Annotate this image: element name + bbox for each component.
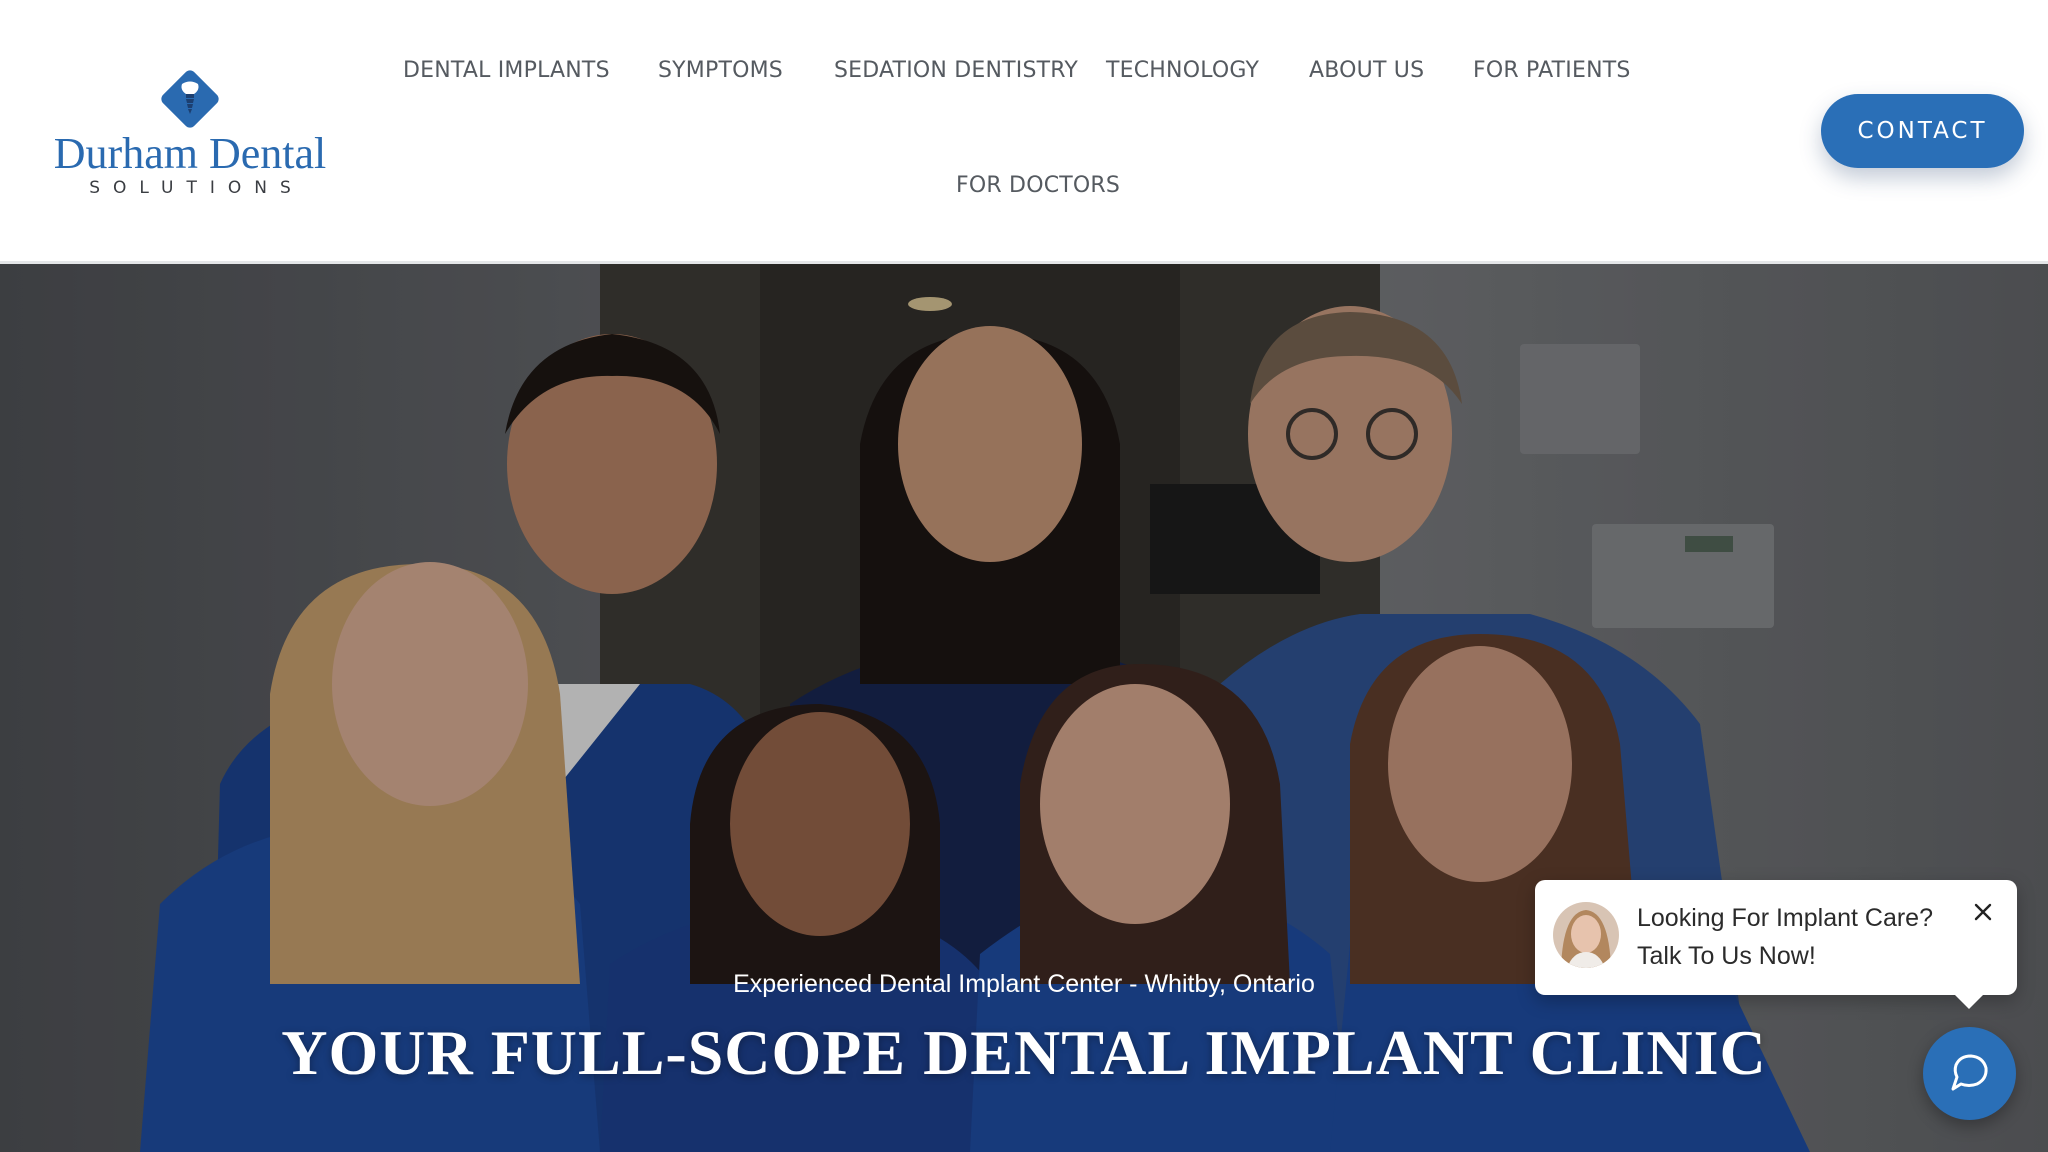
chat-prompt-line-2: Talk To Us Now!: [1637, 942, 1816, 970]
hero-title: YOUR FULL-SCOPE DENTAL IMPLANT CLINIC: [281, 1017, 1767, 1088]
hero-section: Experienced Dental Implant Center - Whit…: [0, 264, 2048, 1152]
nav-symptoms[interactable]: SYMPTOMS: [658, 58, 783, 83]
nav-for-doctors[interactable]: FOR DOCTORS: [956, 173, 1120, 198]
brand-tagline: SOLUTIONS: [89, 178, 304, 198]
nav-for-patients[interactable]: FOR PATIENTS: [1473, 58, 1631, 83]
chat-prompt-bubble[interactable]: Looking For Implant Care? Talk To Us Now…: [1535, 880, 2017, 1009]
brand-name: Durham Dental: [53, 129, 327, 178]
tooth-implant-logo-icon: [161, 70, 219, 128]
nav-technology[interactable]: TECHNOLOGY: [1106, 58, 1259, 83]
brand-logo[interactable]: Durham Dental SOLUTIONS: [52, 64, 328, 202]
site-header: Durham Dental SOLUTIONS DENTAL IMPLANTS …: [0, 0, 2048, 264]
chat-launcher-button[interactable]: [1923, 1027, 2016, 1120]
chat-icon: [1951, 1054, 1988, 1091]
nav-sedation-dentistry[interactable]: SEDATION DENTISTRY: [834, 58, 1078, 83]
chat-prompt-line-1: Looking For Implant Care?: [1637, 904, 1933, 932]
nav-dental-implants[interactable]: DENTAL IMPLANTS: [403, 58, 610, 83]
close-icon[interactable]: [1969, 898, 1997, 926]
contact-button[interactable]: CONTACT: [1821, 94, 2024, 168]
agent-avatar: [1553, 902, 1619, 968]
nav-about-us[interactable]: ABOUT US: [1309, 58, 1424, 83]
